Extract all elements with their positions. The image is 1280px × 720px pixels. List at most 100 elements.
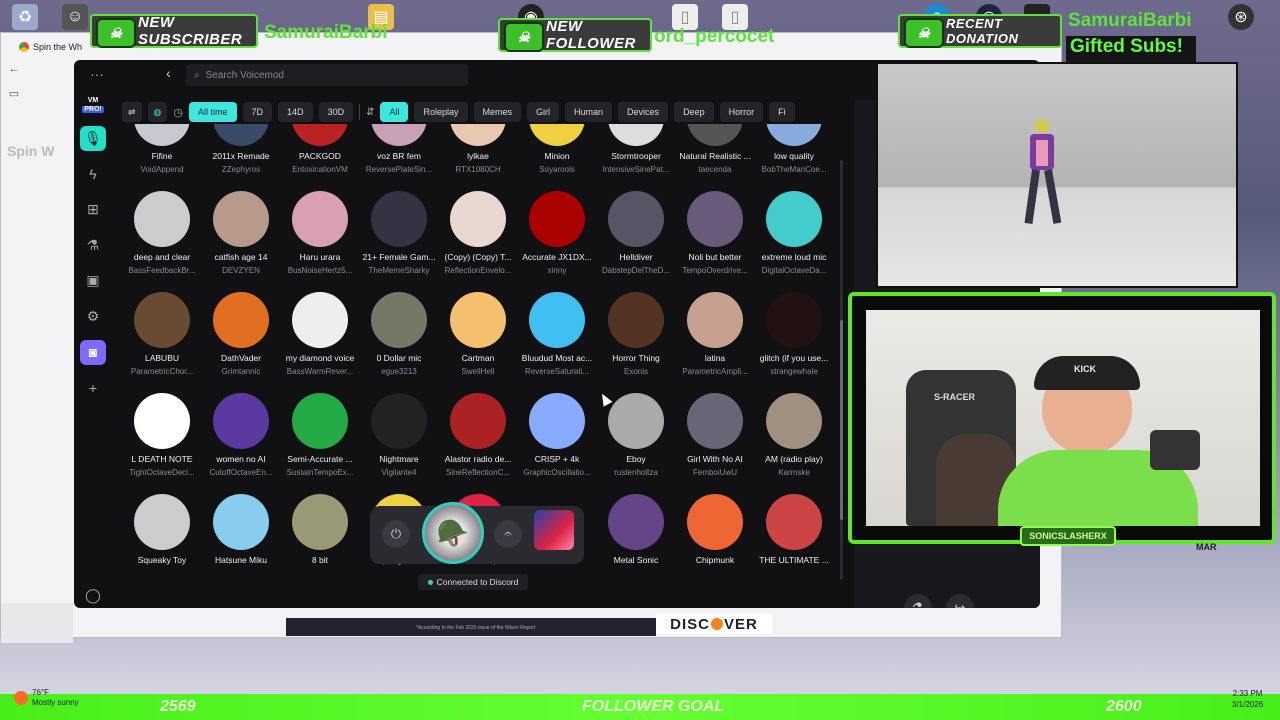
sort-icon[interactable]: ⇌ xyxy=(122,102,142,122)
selected-voice-avatar[interactable]: 🪖 xyxy=(422,502,484,564)
voice-name: 2011x Remade xyxy=(212,151,270,161)
clock-icon: ◷ xyxy=(173,106,184,119)
cap: KICK xyxy=(1034,356,1140,390)
back-chevron-icon[interactable]: ‹ xyxy=(166,65,171,81)
voice-card[interactable]: voz BR fem ReversePlateSin... xyxy=(359,124,439,174)
voice-card[interactable]: Squeaky Toy xyxy=(122,494,202,569)
category-filter-chip[interactable]: Horror xyxy=(719,102,764,122)
voice-card[interactable]: 0 Dollar mic egue3213 xyxy=(359,292,439,376)
add-icon[interactable]: + xyxy=(80,376,106,401)
voice-card[interactable]: catfish age 14 DEVZYEN xyxy=(201,191,281,275)
voice-card[interactable]: Alastor radio de... SineReflectionC... xyxy=(438,393,518,477)
voice-card[interactable]: Horror Thing Exonis xyxy=(596,292,676,376)
soundboard-icon[interactable]: ▣ xyxy=(80,269,106,294)
voicelab-icon[interactable]: ⚗ xyxy=(80,233,106,258)
voice-card[interactable]: my diamond voice BassWarmRever... xyxy=(280,292,360,376)
voice-card[interactable]: PACKGOD EntoxicationVM xyxy=(280,124,360,174)
github-icon[interactable]: ⊛ xyxy=(1228,4,1254,30)
voice-card[interactable]: latina ParametricAmpli... xyxy=(675,292,755,376)
voice-card[interactable]: DathVader Grimtannic xyxy=(201,292,281,376)
category-filter-chip[interactable]: Fi xyxy=(769,102,795,122)
category-filter-chip[interactable]: Memes xyxy=(473,102,522,122)
voice-card[interactable]: Cartman SwellHell xyxy=(438,292,518,376)
voice-card[interactable]: Chipmunk xyxy=(675,494,755,569)
voice-card[interactable]: THE ULTIMATE ... xyxy=(754,494,834,569)
voice-card[interactable]: Girl With No AI FemboiUwU xyxy=(675,393,755,477)
voice-card[interactable]: LABUBU ParametricChor... xyxy=(122,292,202,376)
globe-icon[interactable]: ◍ xyxy=(147,102,168,122)
category-filter-chip[interactable]: Girl xyxy=(527,102,560,122)
app-icon[interactable]: ☺ xyxy=(62,4,88,30)
back-icon[interactable]: ← xyxy=(5,63,23,75)
time-filter-chip[interactable]: 30D xyxy=(318,102,354,122)
voice-card[interactable]: 2011x Remade ZZephyros xyxy=(201,124,281,174)
voice-avatar xyxy=(766,124,822,146)
category-filter-chip[interactable]: Roleplay xyxy=(414,102,468,122)
voice-card[interactable]: Noli but better TempoOverdrive... xyxy=(675,191,755,275)
goal-target: 2600 xyxy=(1106,698,1142,715)
voice-card[interactable]: lylkae RTX1080CH xyxy=(438,124,518,174)
time-filter-chip[interactable]: All time xyxy=(189,102,237,122)
voice-card[interactable]: Haru urara BusNoiseHertz5... xyxy=(280,191,360,275)
category-filter-chip[interactable]: All xyxy=(380,102,409,122)
power-icon[interactable]: ⏻ xyxy=(382,520,410,548)
voice-card[interactable]: AM (radio play) Karmske xyxy=(754,393,834,477)
voice-card[interactable]: deep and clear BassFeedbackBr... xyxy=(122,191,202,275)
voice-card[interactable]: Natural Realistic ... taecenda xyxy=(675,124,755,174)
voice-changer-icon[interactable]: 🎙 xyxy=(80,125,106,151)
browser-tab[interactable]: Spin the Wh xyxy=(19,37,101,57)
more-icon[interactable]: ··· xyxy=(90,66,104,82)
voice-card[interactable]: 8 bit xyxy=(280,494,360,569)
taskbar-clock[interactable]: 2:33 PM 3/1/2026 xyxy=(1232,688,1263,710)
time-filter-chip[interactable]: 7D xyxy=(242,102,273,122)
voice-card[interactable]: Stormtrooper IntensiveSinePat... xyxy=(596,124,676,174)
voice-name: (Copy) (Copy) T... xyxy=(444,252,512,262)
voice-avatar xyxy=(134,191,190,247)
search-input[interactable]: ⌕ Search Voicemod xyxy=(186,64,468,86)
voice-card[interactable]: Fifine VoidAppend xyxy=(122,124,202,174)
voice-author: DigitalOctaveDa... xyxy=(761,266,827,275)
time-filter-chip[interactable]: 14D xyxy=(278,102,313,122)
profile-card-icon[interactable]: ◙ xyxy=(80,340,106,365)
voice-name: Fifine xyxy=(151,151,173,161)
voice-card[interactable]: Accurate JX1DX... xinny xyxy=(517,191,597,275)
hear-myself-icon[interactable]: 𝄐 xyxy=(494,520,522,548)
voice-card[interactable]: Nightmare Vigilante4 xyxy=(359,393,439,477)
voice-card[interactable]: glitch (if you use... strangewhale xyxy=(754,292,834,376)
category-filter-chip[interactable]: Devices xyxy=(618,102,669,122)
voice-card[interactable]: low quality BobTheManCoe... xyxy=(754,124,834,174)
new-subscriber-alert: ☠ NEW SUBSCRIBER xyxy=(90,14,258,48)
browser-nav: ← ▭ xyxy=(5,63,23,100)
voice-name: Bluudud Most ac... xyxy=(521,353,593,363)
weather-widget[interactable]: 76°F Mostly sunny xyxy=(14,688,79,708)
voice-card[interactable]: Hatsune Miku xyxy=(201,494,281,569)
recycle-bin-icon[interactable]: ♻ xyxy=(12,4,38,30)
voice-card[interactable]: Minion Soyarools xyxy=(517,124,597,174)
voice-avatar xyxy=(292,393,348,449)
voice-card[interactable]: CRISP + 4k GraphicOscillatio... xyxy=(517,393,597,477)
voice-card[interactable]: Semi-Accurate ... SustainTempoEx... xyxy=(280,393,360,477)
voice-card[interactable]: Bluudud Most ac... ReverseSaturati... xyxy=(517,292,597,376)
account-icon[interactable]: ◯ xyxy=(80,583,106,608)
effects-icon[interactable]: ϟ xyxy=(80,162,106,187)
settings-icon[interactable]: ⚙ xyxy=(80,304,106,329)
voice-card[interactable]: Helldiver DabstepDelTheD... xyxy=(596,191,676,275)
voice-card[interactable]: L DEATH NOTE TightOctaveDeci... xyxy=(122,393,202,477)
bookmark-icon[interactable]: ▭ xyxy=(5,87,23,100)
category-filter-chip[interactable]: Deep xyxy=(674,102,714,122)
scrollbar-thumb[interactable] xyxy=(840,320,843,520)
voice-avatar xyxy=(292,292,348,348)
voice-thumbnail[interactable] xyxy=(534,510,574,550)
category-filter-chip[interactable]: Human xyxy=(565,102,613,122)
voice-card[interactable]: Eboy rustenholtza xyxy=(596,393,676,477)
voice-card[interactable]: Metal Sonic xyxy=(596,494,676,569)
voice-card[interactable]: (Copy) (Copy) T... ReflectionEnvelo... xyxy=(438,191,518,275)
voice-card[interactable]: women no AI CutoffOctaveEn... xyxy=(201,393,281,477)
voice-avatar xyxy=(608,393,664,449)
apps-icon[interactable]: ⊞ xyxy=(80,197,106,222)
share-icon[interactable]: ↪ xyxy=(946,594,974,608)
voicelab-icon[interactable]: ⚗ xyxy=(904,594,932,608)
voice-card[interactable]: extreme loud mic DigitalOctaveDa... xyxy=(754,191,834,275)
scrollbar[interactable] xyxy=(840,160,843,580)
voice-card[interactable]: 21+ Female Gam... TheMemeSharky xyxy=(359,191,439,275)
